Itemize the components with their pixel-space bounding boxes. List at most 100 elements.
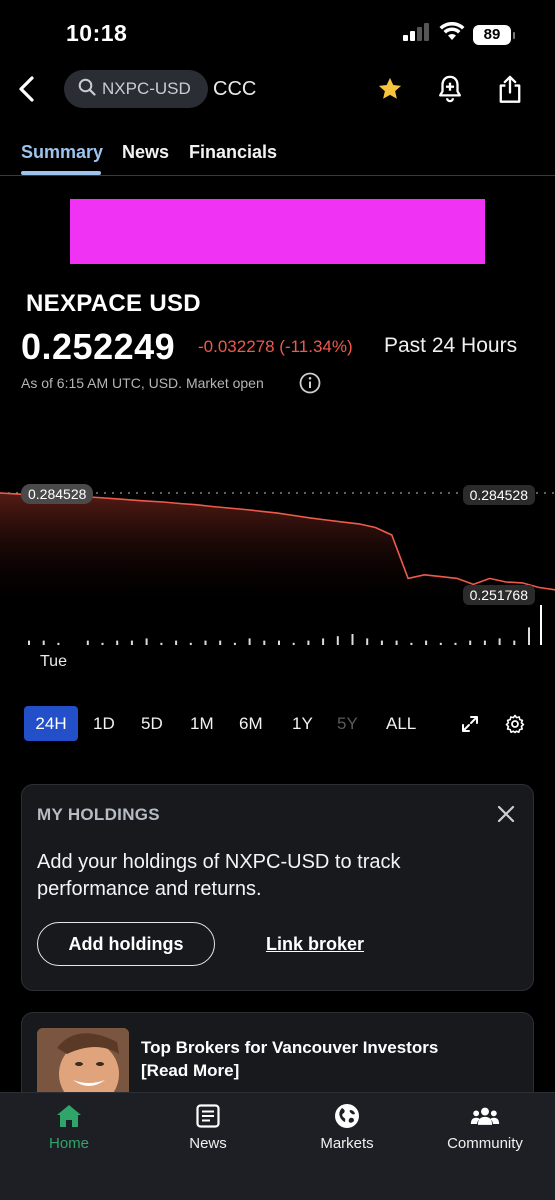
info-button[interactable] bbox=[299, 372, 321, 394]
back-button[interactable] bbox=[12, 72, 40, 106]
volume-bar bbox=[380, 640, 383, 645]
range-6m[interactable]: 6M bbox=[239, 706, 263, 741]
volume-bar bbox=[175, 640, 178, 645]
range-1m[interactable]: 1M bbox=[190, 706, 214, 741]
volume-bar bbox=[263, 640, 266, 645]
link-broker-link[interactable]: Link broker bbox=[266, 934, 364, 955]
volume-bar bbox=[248, 638, 251, 645]
chart-low-price: 0.251768 bbox=[462, 585, 535, 605]
volume-bar bbox=[483, 640, 486, 645]
back-icon bbox=[19, 76, 34, 102]
promo-title: Top Brokers for Vancouver Investors [Rea… bbox=[141, 1038, 439, 1080]
volume-bar bbox=[425, 640, 428, 645]
share-button[interactable] bbox=[495, 72, 525, 106]
chart-settings-button[interactable] bbox=[503, 706, 527, 741]
volume-bar bbox=[469, 640, 472, 645]
chart-start-price: 0.284528 bbox=[21, 484, 94, 504]
status-indicators: 89 bbox=[403, 21, 515, 47]
tab-bar: Summary News Financials bbox=[0, 138, 555, 176]
bottom-nav: Home News Markets Community bbox=[0, 1092, 555, 1200]
asset-name: NEXPACE USD bbox=[26, 290, 201, 317]
volume-bar bbox=[28, 640, 30, 645]
exchange-label: CCC bbox=[213, 78, 257, 100]
home-icon bbox=[54, 1101, 84, 1131]
battery-indicator: 89 bbox=[473, 24, 515, 45]
volume-bar bbox=[116, 640, 119, 645]
tab-news[interactable]: News bbox=[122, 142, 169, 163]
range-1y[interactable]: 1Y bbox=[292, 706, 313, 741]
current-price: 0.252249 bbox=[21, 326, 176, 367]
watchlist-star-button[interactable] bbox=[375, 72, 405, 106]
volume-bar bbox=[86, 640, 89, 645]
range-selector: 24H 1D 5D 1M 6M 1Y 5Y ALL bbox=[24, 706, 534, 741]
news-icon bbox=[193, 1101, 223, 1131]
range-24h[interactable]: 24H bbox=[24, 706, 78, 741]
volume-bar bbox=[42, 640, 45, 645]
nav-markets-label: Markets bbox=[320, 1135, 374, 1152]
share-icon bbox=[499, 75, 521, 103]
status-time: 10:18 bbox=[66, 20, 128, 46]
volume-bar bbox=[307, 640, 310, 645]
nav-home-label: Home bbox=[48, 1135, 89, 1152]
expand-icon bbox=[462, 715, 478, 732]
ad-banner[interactable] bbox=[70, 199, 485, 264]
volume-bar bbox=[336, 636, 339, 645]
volume-bar bbox=[233, 642, 236, 645]
nav-home[interactable]: Home bbox=[9, 1101, 129, 1152]
volume-bar bbox=[351, 634, 354, 645]
price-change: -0.032278 (-11.34%) bbox=[198, 337, 353, 356]
search-icon bbox=[78, 78, 96, 101]
gear-icon bbox=[505, 714, 525, 733]
volume-bar bbox=[292, 642, 295, 645]
volume-bar bbox=[498, 638, 501, 645]
holdings-card: MY HOLDINGS Add your holdings of NXPC-US… bbox=[21, 784, 534, 991]
volume-bar bbox=[278, 640, 280, 645]
star-icon bbox=[378, 77, 402, 99]
range-5y: 5Y bbox=[337, 713, 358, 733]
volume-bar bbox=[322, 638, 325, 645]
tab-active-indicator bbox=[21, 171, 101, 175]
tab-summary[interactable]: Summary bbox=[21, 142, 103, 163]
search-value: NXPC-USD bbox=[102, 79, 191, 98]
signal-icon bbox=[403, 23, 431, 46]
holdings-description: Add your holdings of NXPC-USD to track p… bbox=[37, 851, 401, 900]
volume-bar bbox=[130, 640, 133, 645]
nav-community-label: Community bbox=[447, 1135, 523, 1152]
volume-bar bbox=[189, 642, 192, 645]
nav-news[interactable]: News bbox=[148, 1101, 268, 1152]
volume-bar bbox=[395, 640, 398, 645]
alert-add-icon bbox=[439, 75, 461, 103]
volume-bar bbox=[57, 642, 60, 645]
nav-community[interactable]: Community bbox=[425, 1101, 545, 1152]
change-period: Past 24 Hours bbox=[384, 334, 518, 357]
add-alert-button[interactable] bbox=[435, 72, 465, 106]
range-1d[interactable]: 1D bbox=[93, 706, 115, 741]
chart-high-price: 0.284528 bbox=[462, 485, 535, 505]
holdings-title: MY HOLDINGS bbox=[37, 805, 160, 824]
promo-image bbox=[37, 1028, 129, 1098]
chart-x-label: Tue bbox=[40, 653, 67, 670]
volume-bar bbox=[454, 642, 457, 645]
info-icon bbox=[299, 372, 321, 394]
volume-bar bbox=[528, 627, 530, 645]
volume-bar bbox=[439, 642, 442, 645]
nav-news-label: News bbox=[189, 1135, 227, 1152]
tab-financials[interactable]: Financials bbox=[189, 142, 277, 163]
close-icon bbox=[497, 805, 515, 823]
range-5d[interactable]: 5D bbox=[141, 706, 163, 741]
close-holdings-button[interactable] bbox=[495, 803, 517, 825]
nav-markets[interactable]: Markets bbox=[287, 1101, 407, 1152]
quote-timestamp: As of 6:15 AM UTC, USD. Market open bbox=[21, 375, 264, 391]
volume-bar bbox=[145, 638, 148, 645]
volume-bar bbox=[101, 642, 104, 645]
volume-bar bbox=[160, 642, 163, 645]
volume-bar bbox=[366, 638, 369, 645]
volume-bars bbox=[28, 627, 530, 645]
volume-bar bbox=[410, 642, 413, 645]
globe-icon bbox=[332, 1101, 362, 1131]
range-all[interactable]: ALL bbox=[386, 706, 416, 741]
add-holdings-button[interactable]: Add holdings bbox=[37, 922, 215, 966]
wifi-icon bbox=[439, 21, 465, 47]
search-pill[interactable]: NXPC-USD bbox=[64, 70, 208, 108]
expand-chart-button[interactable] bbox=[457, 706, 483, 741]
